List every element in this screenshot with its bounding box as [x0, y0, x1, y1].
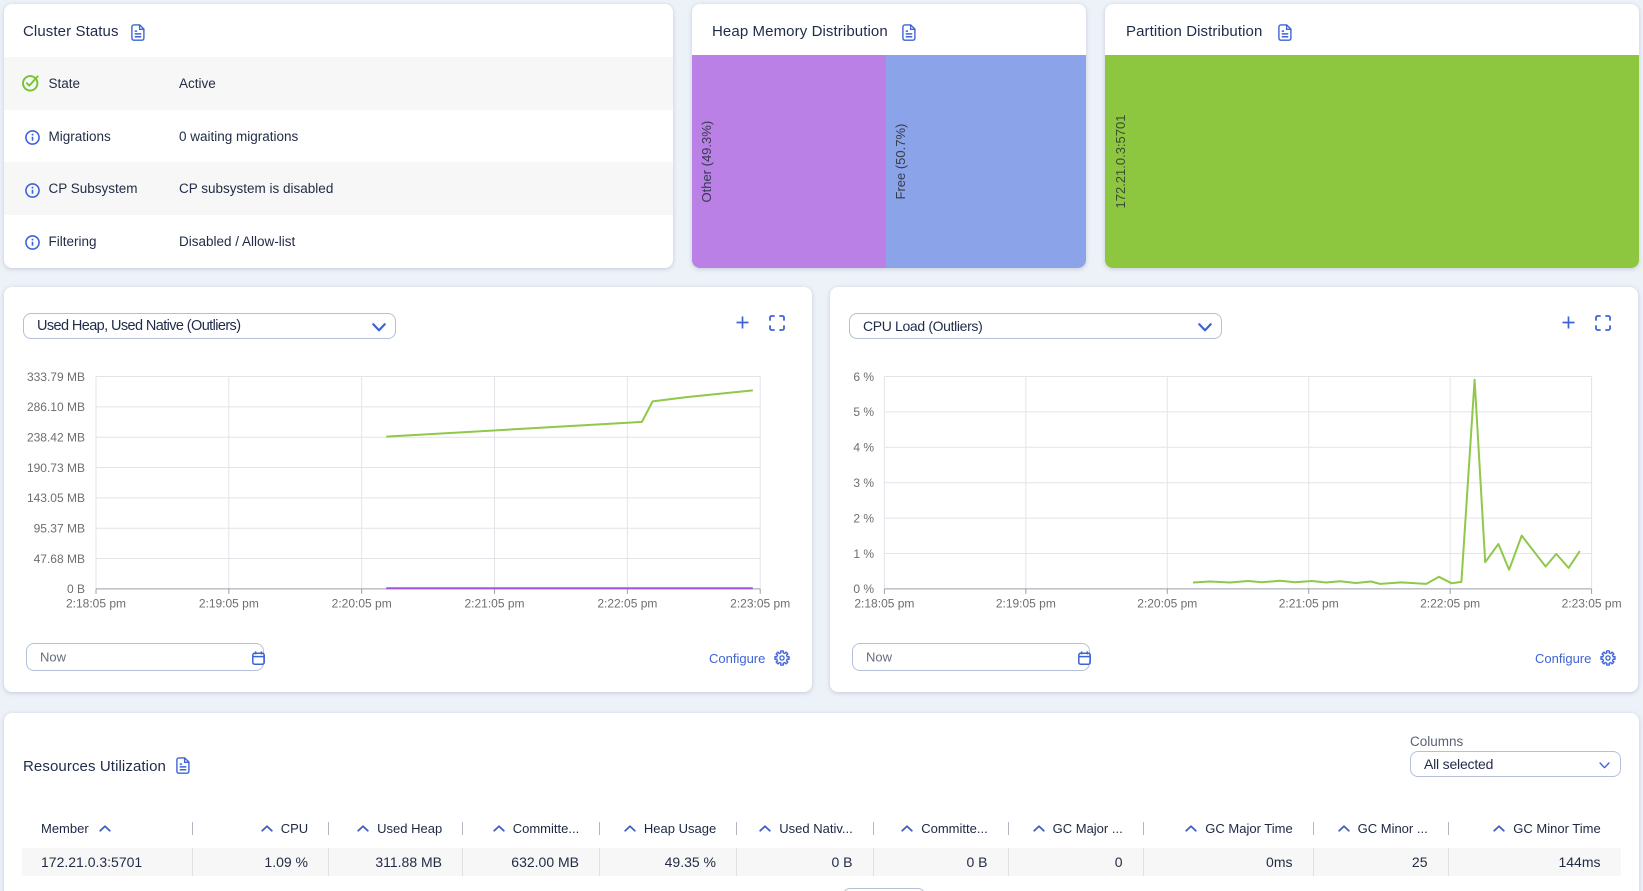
- svg-text:5 %: 5 %: [853, 405, 874, 419]
- svg-text:2:21:05 pm: 2:21:05 pm: [1279, 597, 1339, 611]
- svg-text:190.73 MB: 190.73 MB: [27, 461, 85, 475]
- svg-text:2:19:05 pm: 2:19:05 pm: [199, 597, 259, 611]
- svg-text:2:23:05 pm: 2:23:05 pm: [730, 597, 790, 611]
- svg-text:2:22:05 pm: 2:22:05 pm: [1420, 597, 1480, 611]
- svg-text:286.10 MB: 286.10 MB: [27, 400, 85, 414]
- svg-text:2:19:05 pm: 2:19:05 pm: [996, 597, 1056, 611]
- svg-text:95.37 MB: 95.37 MB: [34, 522, 85, 536]
- svg-text:2:18:05 pm: 2:18:05 pm: [66, 597, 126, 611]
- svg-text:143.05 MB: 143.05 MB: [27, 491, 85, 505]
- svg-text:333.79 MB: 333.79 MB: [27, 370, 85, 384]
- svg-text:0 B: 0 B: [67, 582, 85, 596]
- svg-text:6 %: 6 %: [853, 370, 874, 384]
- svg-text:0 %: 0 %: [853, 582, 874, 596]
- svg-text:2 %: 2 %: [853, 511, 874, 525]
- svg-text:2:20:05 pm: 2:20:05 pm: [332, 597, 392, 611]
- svg-text:2:18:05 pm: 2:18:05 pm: [854, 597, 914, 611]
- svg-text:2:23:05 pm: 2:23:05 pm: [1562, 597, 1622, 611]
- svg-text:2:20:05 pm: 2:20:05 pm: [1137, 597, 1197, 611]
- svg-text:1 %: 1 %: [853, 547, 874, 561]
- svg-text:3 %: 3 %: [853, 476, 874, 490]
- svg-text:2:22:05 pm: 2:22:05 pm: [597, 597, 657, 611]
- svg-text:47.68 MB: 47.68 MB: [34, 552, 85, 566]
- svg-text:4 %: 4 %: [853, 441, 874, 455]
- svg-text:2:21:05 pm: 2:21:05 pm: [464, 597, 524, 611]
- svg-text:238.42 MB: 238.42 MB: [27, 430, 85, 444]
